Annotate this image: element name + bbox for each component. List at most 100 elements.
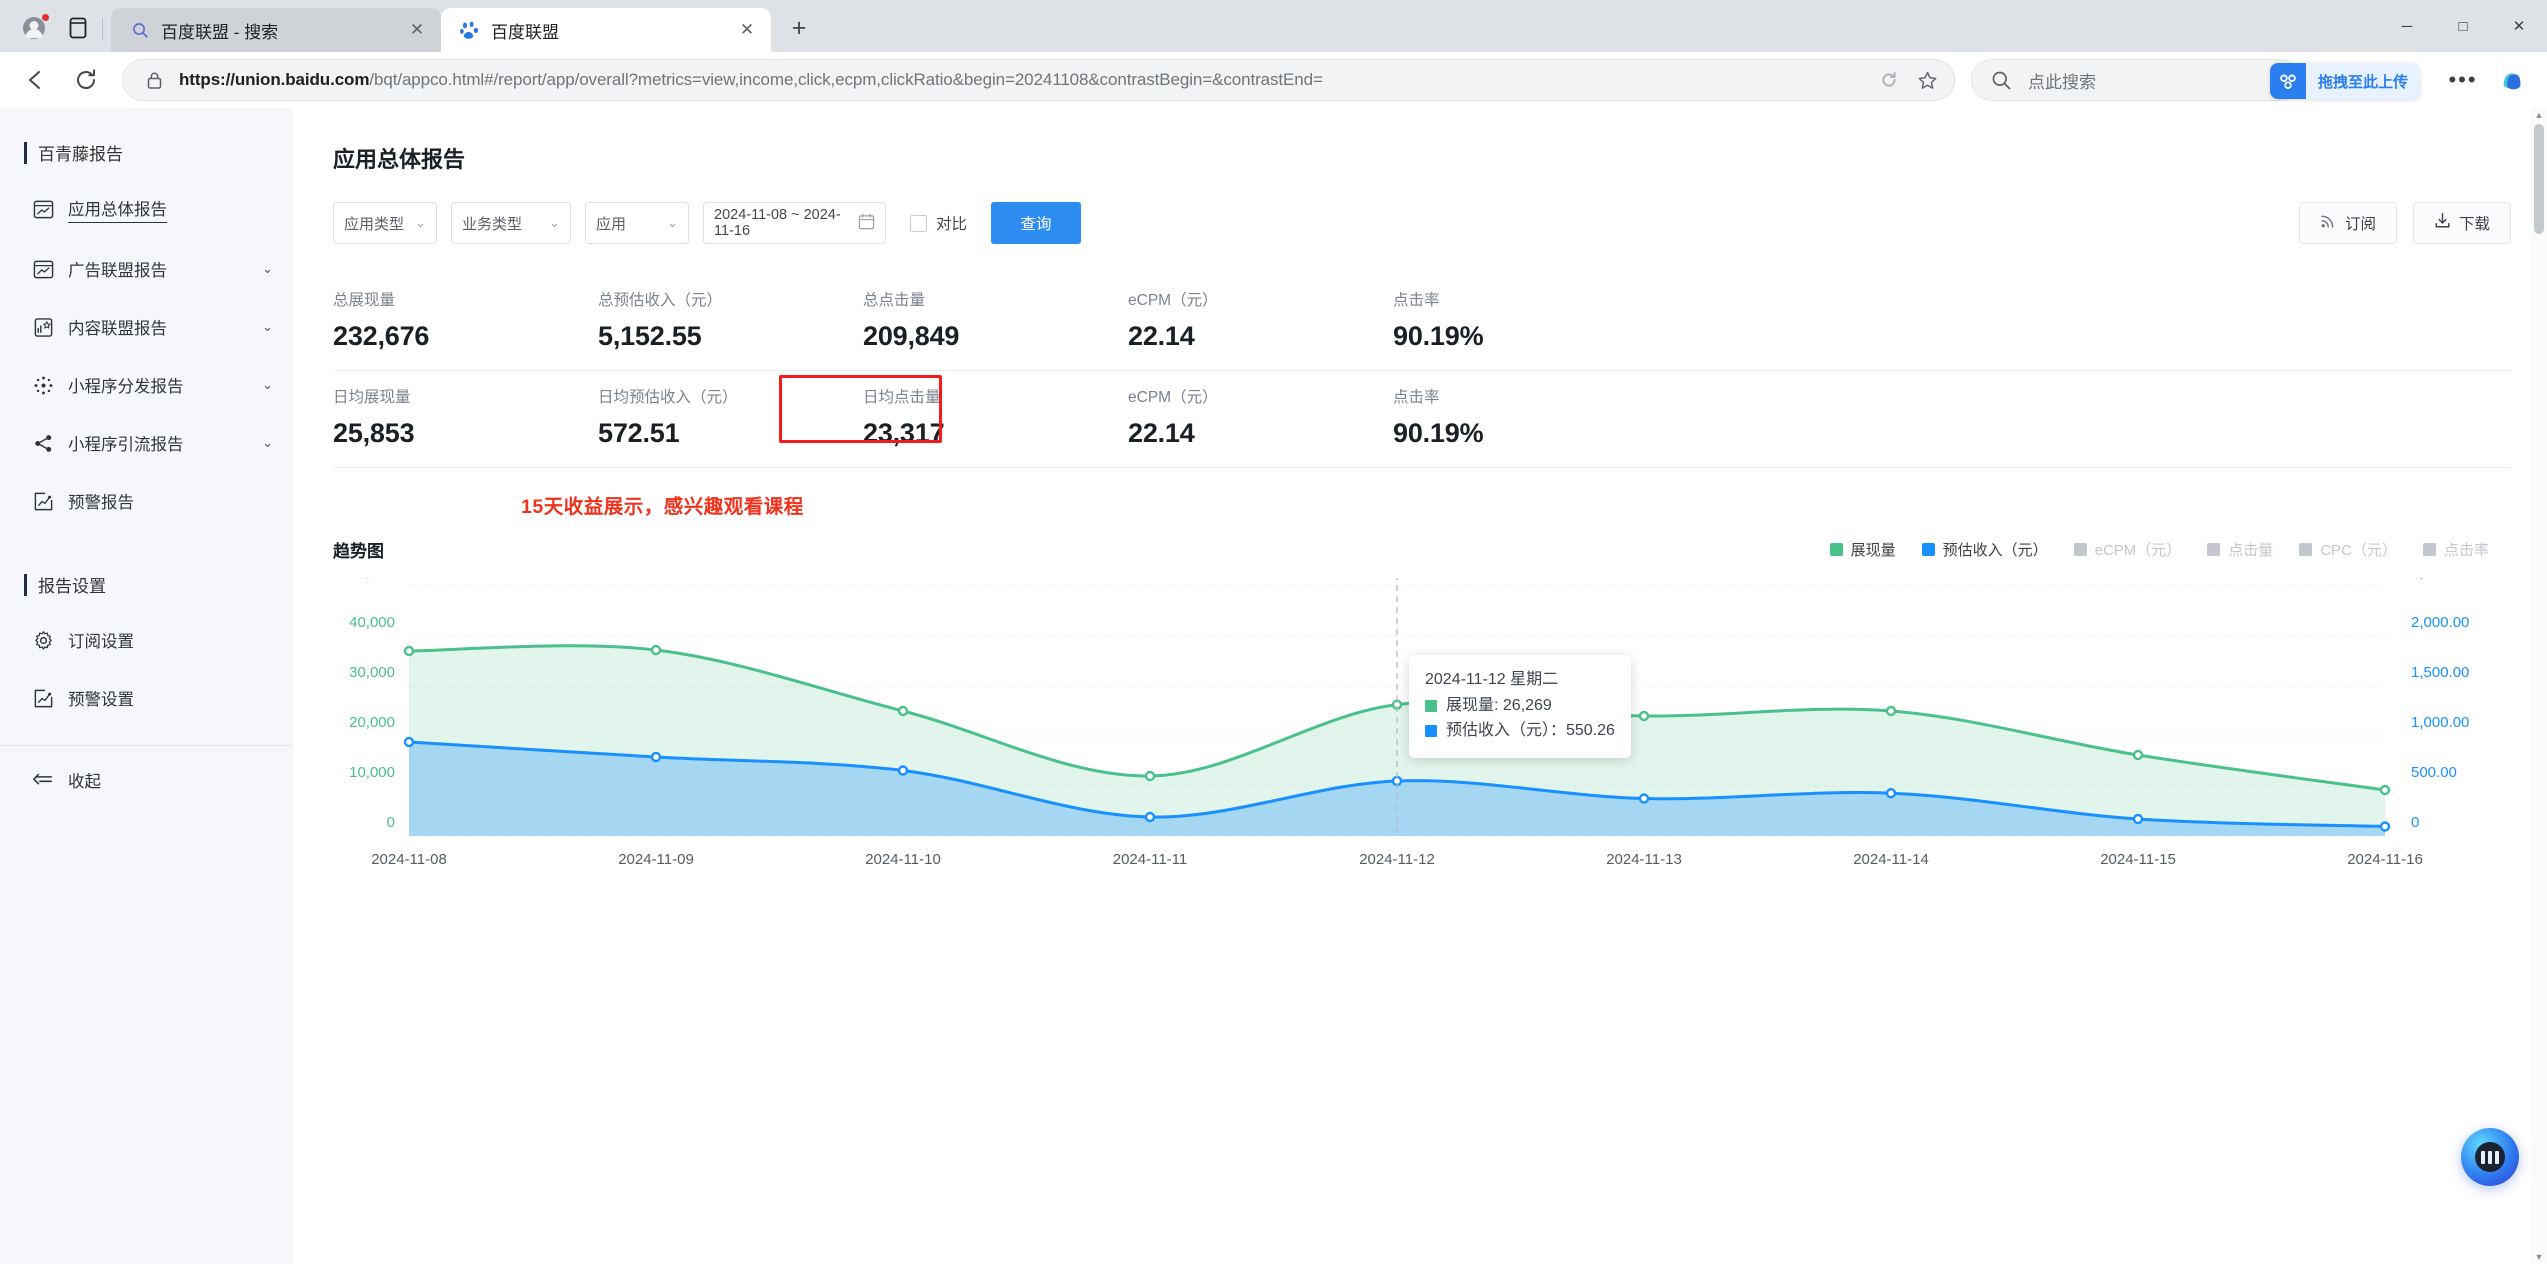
download-button[interactable]: 下载 [2413,202,2511,244]
download-icon [2434,212,2451,234]
tooltip-date: 2024-11-12 星期二 [1425,670,1559,688]
kpi-label: eCPM（元） [1128,292,1218,309]
chevron-down-icon[interactable]: ⌄ [262,261,273,277]
minimize-icon[interactable]: ─ [2379,0,2435,52]
address-bar-url: https://union.baidu.com/bqt/appco.html#/… [179,70,1864,90]
gear-icon [32,629,54,651]
more-options-icon[interactable]: ••• [2441,58,2485,102]
page-viewport: 百青藤报告 应用总体报告 广告联盟报告 ⌄ 内容联盟报告 ⌄ 小程序分发报告 ⌄… [0,108,2547,1264]
business-type-select[interactable]: 业务类型 ⌄ [451,202,571,244]
kpi-value: 22.14 [1128,321,1195,351]
legend-swatch [1921,543,1935,556]
kpi-label: eCPM（元） [1128,389,1218,406]
app-value: 应用 [596,215,627,233]
date-range-picker[interactable]: 2024-11-08 ~ 2024-11-16 [703,202,886,244]
address-bar[interactable]: https://union.baidu.com/bqt/appco.html#/… [122,59,1955,101]
legend-swatch [2299,543,2313,556]
close-icon[interactable]: ✕ [735,18,759,42]
refresh-icon[interactable] [64,58,108,102]
tab-strip: 百度联盟 - 搜索 ✕ 百度联盟 ✕ + ─ □ ✕ [0,0,2547,52]
sidebar-collapse-label: 收起 [68,773,101,791]
baidu-paw-icon [459,19,481,41]
window-controls: ─ □ ✕ [2379,0,2547,52]
scrollbar-thumb[interactable] [2534,124,2544,234]
kpi-value: 23,317 [863,418,945,448]
maximize-icon[interactable]: □ [2435,0,2491,52]
legend-item-clicks[interactable]: 点击量 [2207,539,2273,560]
alert-trend-icon [32,490,54,512]
kpi-value: 90.19% [1393,418,1484,448]
sidebar-item-ad-union-report[interactable]: 广告联盟报告 ⌄ [0,240,293,298]
sidebar-item-alert-report[interactable]: 预警报告 [0,472,293,530]
kpi-label: 总展现量 [333,292,396,309]
sidebar-item-alert-settings[interactable]: 预警设置 [0,669,293,727]
chart-legend: 展现量 预估收入（元） eCPM（元） 点击量 CPC（元） 点击率 [1829,539,2511,560]
copilot-icon[interactable] [2489,58,2533,102]
legend-label: 展现量 [1850,542,1896,559]
compare-toggle[interactable]: 对比 [910,212,967,234]
kpi-daily-clicks: 日均点击量 23,317 [863,385,1128,449]
svg-text:2024-11-12: 2024-11-12 [1359,851,1435,868]
sidebar-item-miniprogram-distribution-report[interactable]: 小程序分发报告 ⌄ [0,356,293,414]
sidebar-item-label: 应用总体报告 [68,196,167,223]
netdisk-upload-pill[interactable]: 拖拽至此上传 [2269,63,2420,99]
new-tab-button[interactable]: + [779,8,819,48]
chevron-down-icon[interactable]: ⌄ [262,377,273,393]
scroll-down-arrow[interactable]: ▼ [2534,1252,2544,1262]
date-range-value: 2024-11-08 ~ 2024-11-16 [714,207,841,239]
chevron-down-icon[interactable]: ⌄ [262,319,273,335]
report-chart-icon [32,199,54,221]
back-icon[interactable] [14,58,58,102]
search-icon [129,19,151,41]
star-icon[interactable] [1914,67,1940,93]
kpi-total-impressions: 总展现量 232,676 [333,288,598,352]
kpi-value: 90.19% [1393,321,1484,351]
address-host: https://union.baidu.com [179,70,370,89]
refresh-icon[interactable] [1876,67,1902,93]
legend-item-click-rate[interactable]: 点击率 [2422,539,2489,560]
legend-swatch [2422,543,2436,556]
page-scrollbar[interactable]: ▲ ▼ [2531,108,2547,1264]
sidebar-item-content-union-report[interactable]: 内容联盟报告 ⌄ [0,298,293,356]
download-label: 下载 [2458,216,2490,233]
rss-icon [2320,212,2337,234]
tab-list-button[interactable] [58,8,98,48]
app-type-select[interactable]: 应用类型 ⌄ [333,202,437,244]
scroll-up-arrow[interactable]: ▲ [2534,110,2544,120]
svg-text:20,000: 20,000 [349,714,395,731]
trend-chart[interactable]: 0 0 10,000 500.00 20,000 1,000.00 30,000 1,500.… [333,578,2511,878]
browser-tab-1[interactable]: 百度联盟 - 搜索 ✕ [111,8,441,52]
sidebar-item-app-overall-report[interactable]: 应用总体报告 [0,179,293,240]
kpi-ecpm: eCPM（元） 22.14 [1128,288,1393,352]
sidebar-item-miniprogram-traffic-report[interactable]: 小程序引流报告 ⌄ [0,414,293,472]
calendar-icon [858,213,875,234]
chevron-down-icon[interactable]: ⌄ [262,435,273,451]
sidebar-item-label: 内容联盟报告 [68,320,167,338]
browser-tab-2[interactable]: 百度联盟 ✕ [441,8,771,52]
close-window-icon[interactable]: ✕ [2491,0,2547,52]
legend-item-income[interactable]: 预估收入（元） [1921,539,2048,560]
annotation-text: 15天收益展示，感兴趣观看课程 [521,496,804,518]
legend-item-ecpm[interactable]: eCPM（元） [2073,539,2181,560]
floating-assistant-button[interactable] [2461,1128,2519,1186]
svg-text:2024-11-08: 2024-11-08 [371,851,447,868]
toolbar-right: ••• [2441,58,2533,102]
svg-text:1,500.00: 1,500.00 [2411,664,2469,681]
legend-item-cpc[interactable]: CPC（元） [2299,539,2397,560]
query-button[interactable]: 查询 [991,202,1082,244]
tab-title: 百度联盟 - 搜索 [161,22,279,42]
subscribe-button[interactable]: 订阅 [2299,202,2397,244]
assistant-glyph [2475,1142,2505,1172]
alert-trend-icon [32,687,54,709]
search-input[interactable]: 点此搜索 拖拽至此上传 [1971,59,2420,101]
svg-text:2024-11-14: 2024-11-14 [1853,851,1929,868]
app-select[interactable]: 应用 ⌄ [585,202,689,244]
sidebar-item-label: 小程序引流报告 [68,436,184,454]
legend-swatch [1829,543,1843,556]
profile-button[interactable] [10,8,58,48]
sidebar-collapse-button[interactable]: 收起 [0,746,293,809]
sidebar-item-subscription-settings[interactable]: 订阅设置 [0,611,293,669]
compare-checkbox[interactable] [910,214,927,232]
close-icon[interactable]: ✕ [405,18,429,42]
legend-item-impressions[interactable]: 展现量 [1829,539,1896,560]
